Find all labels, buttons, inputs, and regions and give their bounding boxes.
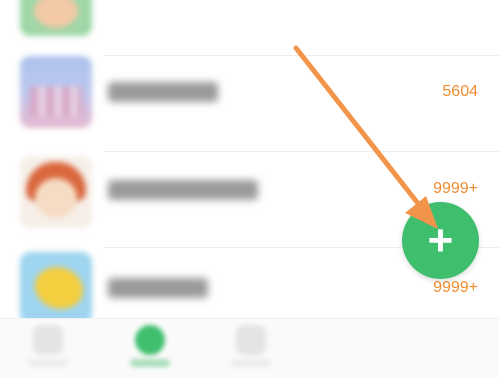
item-count: 5604 (442, 83, 478, 100)
plus-icon: + (427, 215, 454, 265)
item-title (108, 278, 208, 298)
list-item[interactable] (0, 0, 499, 56)
item-title (108, 180, 258, 200)
nav-profile-icon[interactable] (226, 323, 276, 375)
add-button[interactable]: + (402, 202, 479, 279)
cartoon-girl-thumbnail (20, 156, 92, 228)
nav-home-icon[interactable] (23, 323, 73, 375)
list-item[interactable]: 5604 (0, 56, 499, 152)
item-count: 9999+ (433, 279, 478, 296)
book-cover-thumbnail (20, 56, 92, 128)
cartoon-thumbnail (20, 0, 92, 36)
yellow-leaf-thumbnail (20, 252, 92, 324)
item-title (108, 82, 218, 102)
nav-discover-icon[interactable] (125, 323, 175, 375)
item-count: 9999+ (433, 180, 478, 197)
bottom-nav (0, 318, 499, 378)
